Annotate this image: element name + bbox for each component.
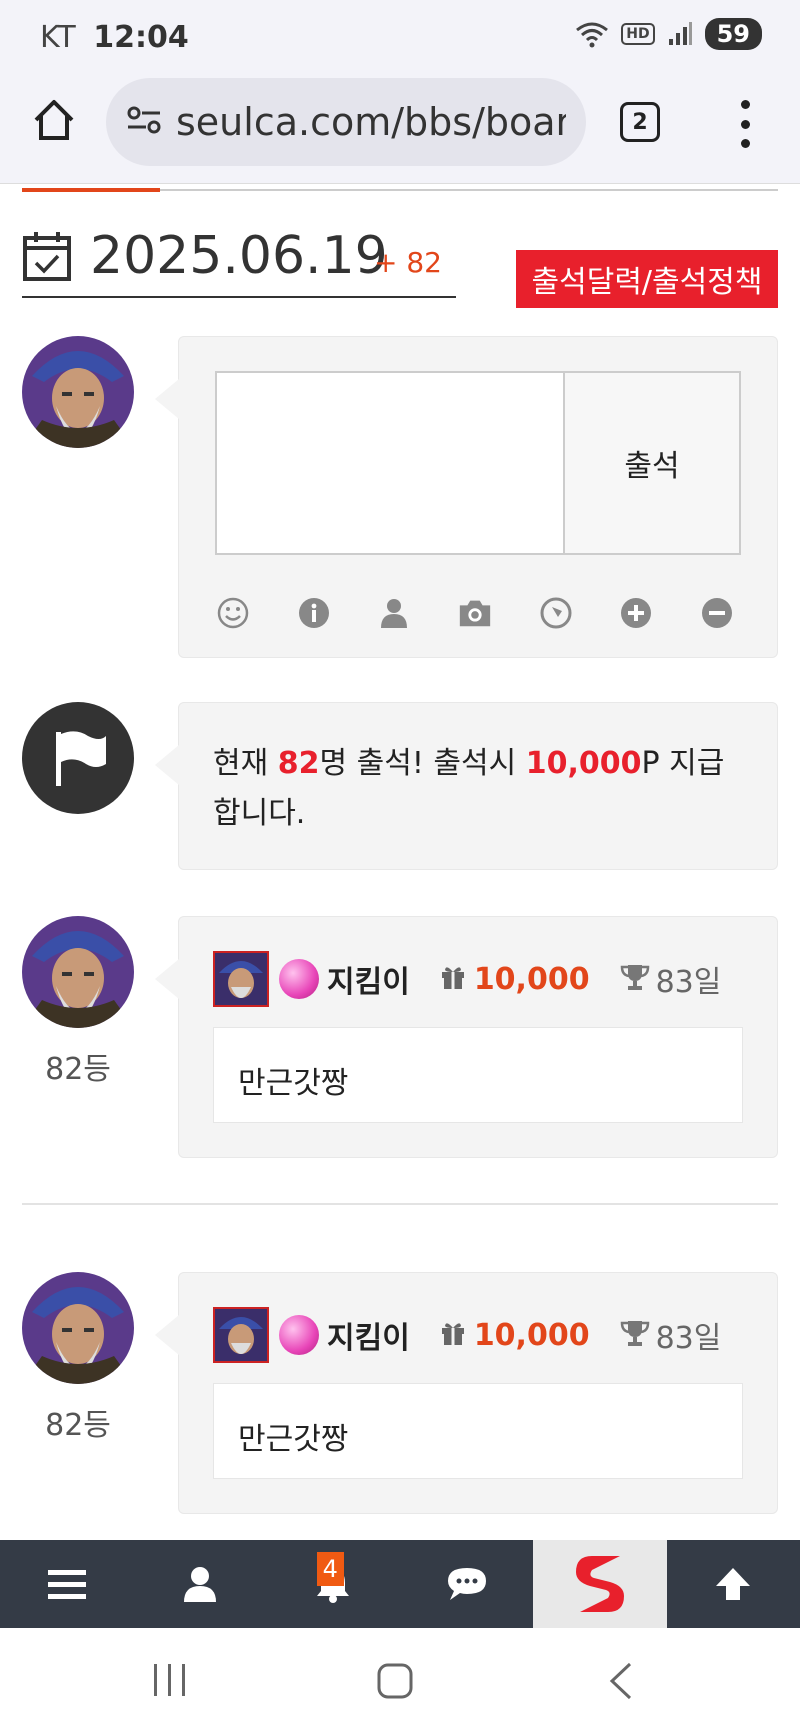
attend-button[interactable]: 출석 bbox=[563, 371, 741, 555]
home-button-icon[interactable] bbox=[376, 1662, 414, 1704]
entry-card: 지킴이 10,000 83일 만근갓짱 bbox=[155, 1272, 778, 1514]
tab-switcher-button[interactable]: 2 bbox=[620, 102, 660, 142]
camera-icon[interactable] bbox=[457, 595, 493, 631]
status-right: HD 59 bbox=[575, 18, 762, 50]
site-bottom-nav: 4 bbox=[0, 1540, 800, 1628]
emoticon-icon[interactable] bbox=[215, 595, 251, 631]
back-icon[interactable] bbox=[606, 1662, 634, 1704]
comment-textarea[interactable] bbox=[215, 371, 565, 555]
tab-underline-active bbox=[22, 188, 160, 192]
entry-avatar[interactable] bbox=[22, 1272, 134, 1384]
site-logo-icon[interactable] bbox=[533, 1540, 667, 1628]
nickname[interactable]: 지킴이 bbox=[327, 1313, 410, 1357]
level-badge-icon bbox=[279, 1315, 319, 1355]
consecutive-days: 83일 bbox=[655, 965, 722, 1000]
entry-avatar[interactable] bbox=[22, 916, 134, 1028]
signal-icon bbox=[667, 21, 693, 47]
entry-rank: 82등 bbox=[45, 1408, 111, 1443]
comment-text: 만근갓짱 bbox=[238, 1422, 349, 1457]
comment-box: 만근갓짱 bbox=[213, 1383, 743, 1479]
comment-box: 만근갓짱 bbox=[213, 1027, 743, 1123]
chat-icon[interactable] bbox=[400, 1540, 533, 1628]
calendar-check-icon bbox=[22, 230, 72, 282]
flag-icon bbox=[22, 731, 134, 814]
notice-text: 현재 82명 출석! 출석시 10,000P 지급합니다. bbox=[213, 739, 743, 839]
entry-divider bbox=[22, 1203, 778, 1205]
recent-apps-icon[interactable] bbox=[152, 1662, 188, 1702]
user-mini-avatar[interactable] bbox=[213, 951, 269, 1007]
gift-icon bbox=[440, 964, 466, 994]
level-badge-icon bbox=[279, 959, 319, 999]
hd-voice-icon: HD bbox=[621, 23, 655, 45]
notice-box: 현재 82명 출석! 출석시 10,000P 지급합니다. bbox=[155, 702, 778, 870]
address-bar[interactable]: seulca.com/bbs/board bbox=[106, 78, 586, 166]
attendance-date: 2025.06.19 bbox=[90, 226, 388, 286]
scroll-top-arrow-icon[interactable] bbox=[667, 1540, 800, 1628]
video-icon[interactable] bbox=[538, 595, 574, 631]
site-settings-icon[interactable] bbox=[126, 105, 162, 139]
plus-circle-icon[interactable] bbox=[618, 595, 654, 631]
notice-prefix: 현재 bbox=[213, 746, 278, 781]
battery-indicator: 59 bbox=[704, 18, 762, 50]
gift-icon bbox=[440, 1320, 466, 1350]
system-navigation-bar bbox=[0, 1628, 800, 1734]
compose-toolbar bbox=[215, 593, 735, 633]
status-bar: KT 12:04 HD 59 bbox=[0, 0, 800, 70]
my-avatar bbox=[22, 336, 134, 448]
notification-badge: 4 bbox=[316, 1552, 344, 1586]
entry-user-row: 지킴이 10,000 83일 bbox=[213, 951, 721, 1007]
browser-toolbar: seulca.com/bbs/board 2 bbox=[0, 70, 800, 184]
user-mini-avatar[interactable] bbox=[213, 1307, 269, 1363]
trophy-icon bbox=[620, 963, 650, 995]
compose-box: 출석 bbox=[155, 336, 778, 658]
info-icon[interactable] bbox=[296, 595, 332, 631]
user-icon[interactable] bbox=[376, 595, 412, 631]
hamburger-menu-icon[interactable] bbox=[0, 1540, 133, 1628]
more-menu-icon[interactable] bbox=[735, 100, 755, 148]
nickname[interactable]: 지킴이 bbox=[327, 957, 410, 1001]
attendance-policy-button[interactable]: 출석달력/출석정책 bbox=[516, 250, 778, 308]
wifi-icon bbox=[575, 20, 609, 48]
clock: 12:04 bbox=[93, 20, 189, 55]
comment-text: 만근갓짱 bbox=[238, 1066, 349, 1101]
date-header: 2025.06.19 + 82 bbox=[22, 220, 456, 298]
notice-avatar bbox=[22, 702, 134, 814]
entry-card: 지킴이 10,000 83일 만근갓짱 bbox=[155, 916, 778, 1158]
url-text: seulca.com/bbs/board bbox=[176, 100, 566, 144]
reward-points: 10,000 bbox=[473, 961, 590, 997]
carrier-label: KT bbox=[40, 20, 76, 55]
minus-circle-icon[interactable] bbox=[699, 595, 735, 631]
home-icon[interactable] bbox=[30, 96, 78, 144]
notice-points: 10,000 bbox=[525, 746, 642, 781]
attendance-count: + 82 bbox=[374, 246, 442, 279]
reward-points: 10,000 bbox=[473, 1317, 590, 1353]
notification-bell-icon[interactable]: 4 bbox=[267, 1540, 400, 1628]
profile-icon[interactable] bbox=[133, 1540, 266, 1628]
notice-count: 82 bbox=[277, 746, 320, 781]
entry-rank: 82등 bbox=[45, 1052, 111, 1087]
consecutive-days: 83일 bbox=[655, 1321, 722, 1356]
status-left: KT 12:04 bbox=[40, 20, 189, 55]
entry-user-row: 지킴이 10,000 83일 bbox=[213, 1307, 721, 1363]
notice-middle: 명 출석! 출석시 bbox=[319, 746, 526, 781]
trophy-icon bbox=[620, 1319, 650, 1351]
